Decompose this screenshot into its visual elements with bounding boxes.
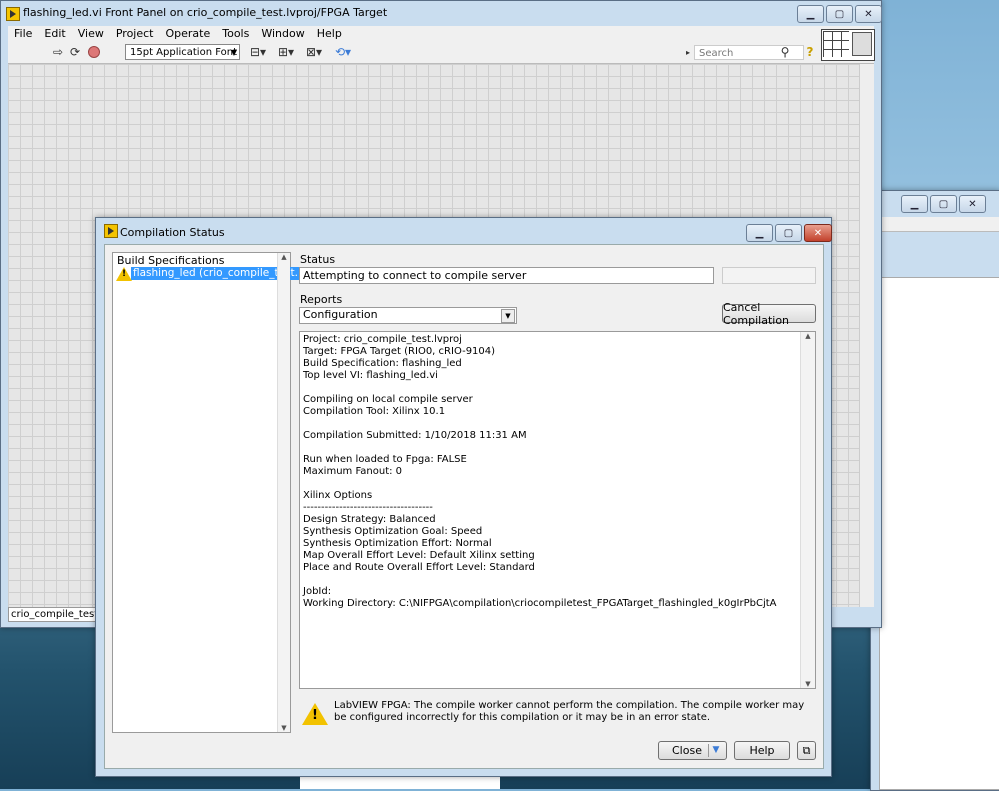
status-label: Status (300, 253, 336, 266)
dialog-title: Compilation Status (120, 226, 225, 239)
progress-bar (722, 267, 816, 284)
warning-icon (302, 703, 328, 725)
font-selector[interactable]: 15pt Application Font ▼ (125, 44, 240, 60)
report-line (303, 478, 799, 490)
toolbar: ⇨ ⟳ 15pt Application Font ▼ ⊟▾ ⊞▾ ⊠▾ ⟲▾ ▸… (8, 43, 874, 64)
close-button[interactable]: ✕ (855, 5, 882, 23)
report-line: Design Strategy: Balanced (303, 514, 436, 525)
report-line: Compiling on local compile server (303, 394, 473, 405)
report-line: ------------------------------------ (303, 502, 433, 513)
close-button[interactable]: ✕ (804, 224, 832, 242)
resize-objects-icon[interactable]: ⊠▾ (304, 46, 324, 59)
run-continuously-icon[interactable]: ⟳ (68, 46, 82, 59)
menu-edit[interactable]: Edit (38, 26, 71, 43)
report-scrollbar[interactable]: ▲ ▼ (800, 332, 815, 688)
run-arrow-icon[interactable]: ⇨ (51, 46, 65, 59)
maximize-button[interactable]: ▢ (775, 224, 802, 242)
window-title: flashing_led.vi Front Panel on crio_comp… (23, 6, 388, 19)
warning-message: LabVIEW FPGA: The compile worker cannot … (334, 700, 805, 723)
search-icon[interactable]: ⚲ (778, 46, 792, 59)
maximize-button[interactable]: ▢ (930, 195, 957, 213)
report-line: Compilation Tool: Xilinx 10.1 (303, 406, 446, 417)
report-line: Top level VI: flashing_led.vi (303, 370, 438, 381)
report-line: JobId: (303, 586, 332, 597)
minimize-button[interactable]: ▁ (746, 224, 773, 242)
vi-icon (852, 32, 872, 56)
chevron-down-icon[interactable]: ▼ (708, 744, 723, 757)
dialog-window-controls: ▁ ▢ ✕ (746, 224, 832, 242)
tree-header: Build Specifications (117, 254, 225, 267)
labview-logo-icon (6, 7, 20, 21)
window-controls: ▁ ▢ ✕ (901, 195, 986, 213)
copy-icon[interactable]: ⧉ (797, 741, 816, 760)
dialog-titlebar[interactable]: Compilation Status ▁ ▢ ✕ (96, 218, 832, 244)
reports-label: Reports (300, 293, 343, 306)
labview-logo-icon (104, 224, 118, 238)
report-line: Maximum Fanout: 0 (303, 466, 403, 477)
minimize-button[interactable]: ▁ (797, 5, 824, 23)
cancel-compilation-button[interactable]: Cancel Compilation (722, 301, 816, 327)
vertical-scrollbar[interactable] (859, 64, 874, 607)
menu-project[interactable]: Project (110, 26, 160, 43)
report-line (303, 382, 799, 394)
warning-icon (116, 267, 132, 281)
help-button[interactable]: Help (734, 741, 790, 760)
tree-item-flashing-led[interactable]: flashing_led (crio_compile_test.lvp (116, 267, 316, 281)
report-line (303, 418, 799, 430)
report-line: Synthesis Optimization Effort: Normal (303, 538, 492, 549)
report-line: Run when loaded to Fpga: FALSE (303, 454, 467, 465)
report-line: Build Specification: flashing_led (303, 358, 462, 369)
report-line: Compilation Submitted: 1/10/2018 11:31 A… (303, 430, 527, 441)
report-line: Place and Route Overall Effort Level: St… (303, 562, 535, 573)
report-line: Map Overall Effort Level: Default Xilinx… (303, 550, 535, 561)
abort-icon[interactable] (87, 46, 101, 59)
report-line (303, 442, 799, 454)
report-line: Working Directory: C:\NIFPGA\compilation… (303, 598, 777, 609)
window-controls: ▁ ▢ ✕ (797, 5, 882, 23)
titlebar[interactable]: flashing_led.vi Front Panel on crio_comp… (1, 1, 882, 27)
menubar (879, 217, 999, 232)
menu-operate[interactable]: Operate (159, 26, 216, 43)
status-field: Attempting to connect to compile server (299, 267, 714, 284)
help-icon[interactable]: ? (803, 46, 817, 59)
report-line: Xilinx Options (303, 490, 373, 501)
dialog-body: Build Specifications flashing_led (crio_… (104, 244, 824, 769)
chevron-down-icon[interactable]: ▼ (501, 309, 515, 323)
build-spec-tree[interactable]: Build Specifications flashing_led (crio_… (112, 252, 316, 733)
align-objects-icon[interactable]: ⊟▾ (248, 46, 268, 59)
maximize-button[interactable]: ▢ (826, 5, 853, 23)
connector-pane-icon[interactable] (821, 29, 875, 61)
close-button[interactable]: Close ▼ (658, 741, 727, 760)
tree-scrollbar[interactable]: ▲ ▼ (277, 253, 290, 732)
distribute-objects-icon[interactable]: ⊞▾ (276, 46, 296, 59)
content-area (879, 277, 999, 790)
context-status: crio_compile_test.lvp (8, 607, 99, 622)
report-line (303, 574, 799, 586)
reports-select[interactable]: Configuration ▼ (299, 307, 517, 324)
menu-help[interactable]: Help (311, 26, 348, 43)
close-button[interactable]: ✕ (959, 195, 986, 213)
search-expand-icon[interactable]: ▸ (681, 46, 695, 59)
report-line: Synthesis Optimization Goal: Speed (303, 526, 483, 537)
menubar: File Edit View Project Operate Tools Win… (8, 26, 874, 43)
report-text: Project: crio_compile_test.lvproj Target:… (303, 334, 799, 610)
menu-file[interactable]: File (8, 26, 38, 43)
compilation-status-dialog[interactable]: Compilation Status ▁ ▢ ✕ Build Specifica… (95, 217, 832, 777)
report-line: Project: crio_compile_test.lvproj (303, 334, 462, 345)
background-window[interactable]: ▁ ▢ ✕ (870, 190, 999, 791)
report-textarea[interactable]: Project: crio_compile_test.lvproj Target:… (299, 331, 816, 689)
menu-window[interactable]: Window (255, 26, 310, 43)
menu-tools[interactable]: Tools (216, 26, 255, 43)
reorder-icon[interactable]: ⟲▾ (333, 46, 353, 59)
report-line: Target: FPGA Target (RIO0, cRIO-9104) (303, 346, 496, 357)
minimize-button[interactable]: ▁ (901, 195, 928, 213)
menu-view[interactable]: View (72, 26, 110, 43)
